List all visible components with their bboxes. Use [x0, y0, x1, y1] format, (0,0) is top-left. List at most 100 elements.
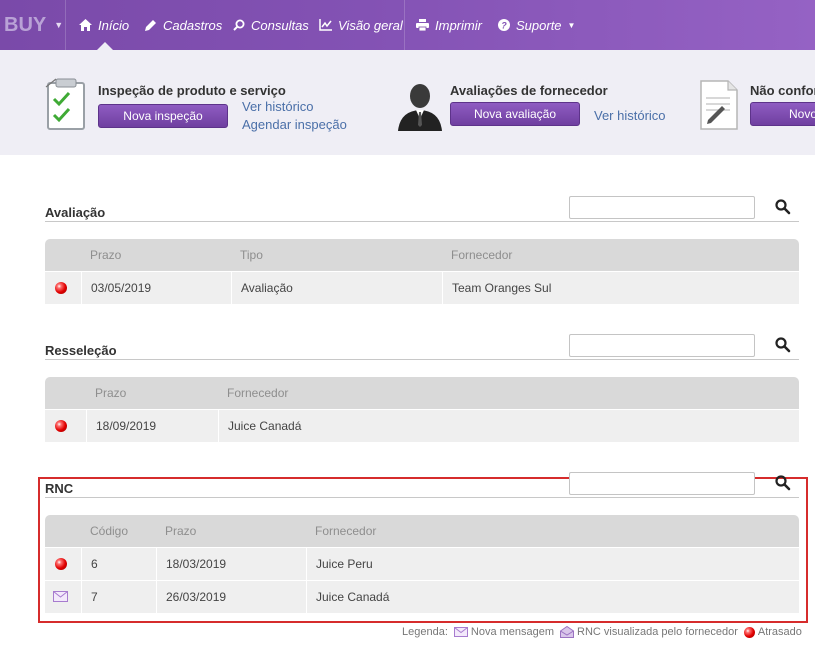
- resselecao-search-input[interactable]: [569, 334, 755, 357]
- cell-codigo: 7: [91, 590, 98, 604]
- section-divider: [45, 221, 799, 222]
- cell-prazo: 03/05/2019: [91, 281, 152, 295]
- person-icon: [398, 84, 442, 131]
- top-navbar: BUY ▼ Início Cadastros Consultas Visão g…: [0, 0, 815, 50]
- ver-historico-inspecao-link[interactable]: Ver histórico: [242, 99, 314, 114]
- column-header-prazo[interactable]: Prazo: [165, 515, 196, 547]
- printer-icon: [416, 19, 429, 31]
- nav-item-cadastros[interactable]: Cadastros: [145, 0, 222, 50]
- column-header-tipo[interactable]: Tipo: [240, 239, 263, 271]
- table-row[interactable]: 03/05/2019 Avaliação Team Oranges Sul: [45, 272, 799, 305]
- cell-divider: [86, 410, 87, 442]
- legend: Legenda: Nova mensagem RNC visualizada p…: [402, 626, 808, 638]
- envelope-icon: [53, 591, 68, 602]
- cell-divider: [442, 272, 443, 304]
- search-icon: [233, 19, 245, 31]
- inspecao-title: Inspeção de produto e serviço: [98, 83, 286, 98]
- nova-inspecao-button[interactable]: Nova inspeção: [98, 104, 228, 128]
- ver-historico-avaliacao-link[interactable]: Ver histórico: [594, 108, 666, 123]
- cell-codigo: 6: [91, 557, 98, 571]
- home-icon: [79, 19, 92, 31]
- cell-divider: [306, 548, 307, 580]
- legend-item-atrasado: Atrasado: [743, 626, 802, 638]
- column-header-fornecedor[interactable]: Fornecedor: [227, 377, 288, 409]
- quick-actions-band: Inspeção de produto e serviço Nova inspe…: [0, 50, 815, 155]
- search-icon[interactable]: [774, 474, 792, 492]
- nav-item-label: Início: [98, 17, 130, 33]
- chevron-down-icon: ▼: [54, 20, 64, 30]
- search-icon[interactable]: [774, 336, 792, 354]
- clipboard-check-icon: [45, 78, 85, 130]
- cell-divider: [81, 272, 82, 304]
- nav-item-label: Cadastros: [163, 17, 223, 33]
- cell-fornecedor: Juice Canadá: [228, 419, 302, 433]
- table-row[interactable]: 7 26/03/2019 Juice Canadá: [45, 581, 799, 614]
- search-icon[interactable]: [774, 198, 792, 216]
- cell-prazo: 18/09/2019: [96, 419, 157, 433]
- legend-text: Nova mensagem: [470, 626, 555, 638]
- cell-divider: [81, 548, 82, 580]
- legend-label: Legenda:: [402, 626, 448, 638]
- avaliacoes-title: Avaliações de fornecedor: [450, 83, 608, 98]
- cell-prazo: 18/03/2019: [166, 557, 227, 571]
- cell-divider: [306, 581, 307, 613]
- cell-prazo: 26/03/2019: [166, 590, 227, 604]
- cell-divider: [81, 581, 82, 613]
- envelope-icon: [453, 627, 468, 637]
- nav-item-label: Visão geral: [338, 17, 403, 33]
- document-edit-icon: [700, 80, 738, 130]
- column-header-prazo[interactable]: Prazo: [95, 377, 126, 409]
- column-header-fornecedor[interactable]: Fornecedor: [315, 515, 376, 547]
- help-icon: ?: [498, 19, 510, 31]
- nao-conformidade-title: Não confor: [750, 83, 815, 98]
- late-status-icon: [743, 626, 755, 638]
- active-nav-indicator: [97, 42, 113, 50]
- nav-item-consultas[interactable]: Consultas: [233, 0, 309, 50]
- nav-item-imprimir[interactable]: Imprimir: [416, 0, 482, 50]
- rnc-table-header: Código Prazo Fornecedor: [45, 515, 799, 547]
- cell-divider: [156, 581, 157, 613]
- avaliacao-search-input[interactable]: [569, 196, 755, 219]
- cell-divider: [218, 410, 219, 442]
- cell-fornecedor: Team Oranges Sul: [452, 281, 552, 295]
- late-status-icon: [55, 282, 67, 294]
- late-status-icon: [55, 420, 67, 432]
- legend-item-rnc-visualizada: RNC visualizada pelo fornecedor: [560, 626, 738, 638]
- chart-icon: [319, 19, 332, 31]
- agendar-inspecao-link[interactable]: Agendar inspeção: [242, 117, 347, 132]
- nav-item-label: Consultas: [251, 17, 309, 33]
- rnc-section-title: RNC: [45, 481, 74, 496]
- section-divider: [45, 359, 799, 360]
- avaliacao-section-title: Avaliação: [45, 205, 106, 220]
- cell-fornecedor: Juice Canadá: [316, 590, 390, 604]
- brand-logo: BUY: [4, 13, 47, 36]
- legend-text: RNC visualizada pelo fornecedor: [577, 626, 738, 638]
- cell-tipo: Avaliação: [241, 281, 293, 295]
- cell-fornecedor: Juice Peru: [316, 557, 373, 571]
- section-divider: [45, 497, 799, 498]
- table-row[interactable]: 18/09/2019 Juice Canadá: [45, 410, 799, 443]
- column-header-fornecedor[interactable]: Fornecedor: [451, 239, 512, 271]
- legend-item-nova-mensagem: Nova mensagem: [453, 626, 555, 638]
- pencil-icon: [145, 20, 156, 31]
- nav-item-visao-geral[interactable]: Visão geral: [319, 0, 403, 50]
- rnc-search-input[interactable]: [569, 472, 755, 495]
- novo-nc-button[interactable]: Novo: [750, 102, 815, 126]
- nav-item-suporte[interactable]: ? Suporte ▼: [498, 0, 575, 50]
- chevron-down-icon: ▼: [567, 20, 576, 30]
- cell-divider: [231, 272, 232, 304]
- nav-item-label: Imprimir: [435, 17, 482, 33]
- late-status-icon: [55, 558, 67, 570]
- brand-menu[interactable]: BUY ▼: [0, 0, 66, 50]
- column-header-prazo[interactable]: Prazo: [90, 239, 121, 271]
- column-header-codigo[interactable]: Código: [90, 515, 128, 547]
- avaliacao-table-header: Prazo Tipo Fornecedor: [45, 239, 799, 271]
- nav-divider: [404, 0, 405, 50]
- resselecao-section-title: Resseleção: [45, 343, 117, 358]
- resselecao-table-header: Prazo Fornecedor: [45, 377, 799, 409]
- nova-avaliacao-button[interactable]: Nova avaliação: [450, 102, 580, 126]
- table-row[interactable]: 6 18/03/2019 Juice Peru: [45, 548, 799, 581]
- cell-divider: [156, 548, 157, 580]
- envelope-open-icon: [560, 626, 575, 638]
- svg-text:?: ?: [501, 21, 507, 31]
